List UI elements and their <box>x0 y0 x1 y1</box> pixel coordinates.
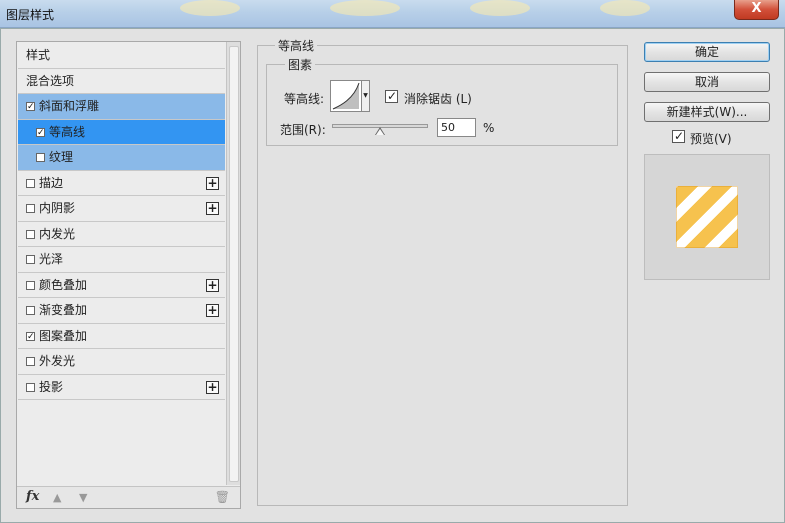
style-item-label: 内阴影 <box>39 201 76 215</box>
antialias-label: 消除锯齿 (L) <box>404 92 472 106</box>
style-item[interactable]: 斜面和浮雕 <box>18 94 225 120</box>
scrollbar-thumb[interactable] <box>229 46 239 482</box>
new-style-button[interactable]: 新建样式(W)... <box>644 102 770 122</box>
ok-button[interactable]: 确定 <box>644 42 770 62</box>
titlebar-decoration <box>600 0 650 16</box>
style-item[interactable]: 光泽 <box>18 247 225 273</box>
checkbox-icon[interactable] <box>36 153 45 162</box>
checkbox-icon[interactable] <box>26 204 35 213</box>
styles-list: 样式混合选项斜面和浮雕等高线纹理描边 + 内阴影 + 内发光光泽颜色叠加 + 渐变叠加 + 图案… <box>18 43 225 400</box>
chevron-down-icon[interactable]: ▼ <box>362 80 370 112</box>
layer-style-dialog: 样式混合选项斜面和浮雕等高线纹理描边+内阴影+内发光光泽颜色叠加+渐变叠加+图案… <box>0 28 785 523</box>
preview-area <box>644 154 770 280</box>
checkbox-icon[interactable] <box>36 127 45 137</box>
style-item-label: 投影 <box>39 379 64 394</box>
trash-icon[interactable]: 🗑 <box>215 490 230 504</box>
contour-group-title: 等高线 <box>275 37 318 54</box>
style-item-label: 混合选项 <box>26 73 75 88</box>
checkbox-icon[interactable] <box>26 331 35 341</box>
checkbox-icon[interactable] <box>26 255 35 264</box>
style-item[interactable]: 混合选项 <box>18 68 225 94</box>
plus-icon[interactable]: + <box>206 304 219 317</box>
style-item-label: 渐变叠加 <box>39 303 88 317</box>
style-item-label: 样式 <box>26 48 51 62</box>
style-item[interactable]: 纹理 <box>18 145 225 171</box>
titlebar-decoration <box>470 0 530 16</box>
preview-swatch <box>676 186 738 248</box>
checkbox-icon[interactable] <box>26 280 35 290</box>
style-item-label: 内发光 <box>39 226 76 241</box>
style-item[interactable]: 内发光 <box>18 221 225 247</box>
checkbox-icon[interactable] <box>26 382 35 392</box>
antialias-checkbox[interactable] <box>385 89 398 103</box>
preview-checkbox[interactable] <box>672 129 685 143</box>
style-item-label: 图案叠加 <box>39 328 88 343</box>
titlebar-decoration <box>330 0 400 16</box>
slider-thumb-fill <box>376 129 384 135</box>
plus-icon[interactable]: + <box>206 176 219 190</box>
style-item-label: 纹理 <box>49 150 74 164</box>
style-item[interactable]: 外发光 <box>18 349 225 375</box>
range-label: 范围(R): <box>280 123 326 137</box>
cancel-button[interactable]: 取消 <box>644 72 770 92</box>
style-item-label: 描边 <box>39 175 64 190</box>
checkbox-icon[interactable] <box>26 229 35 239</box>
titlebar-decoration <box>180 0 240 16</box>
style-item[interactable]: 内阴影 + <box>18 196 225 222</box>
close-button[interactable]: X <box>734 0 779 20</box>
checkbox-icon[interactable] <box>26 357 35 366</box>
plus-icon[interactable]: + <box>206 278 219 292</box>
checkbox-icon[interactable] <box>26 102 35 111</box>
style-item[interactable]: 颜色叠加 + <box>18 272 225 298</box>
style-item-label: 斜面和浮雕 <box>39 99 100 113</box>
preview-label: 预览(V) <box>690 132 732 146</box>
contour-curve-icon <box>332 82 360 110</box>
style-item-label: 光泽 <box>39 252 64 266</box>
range-input[interactable]: 50 <box>437 118 476 137</box>
contour-label: 等高线: <box>284 92 325 106</box>
contour-picker[interactable] <box>330 80 362 112</box>
elements-subgroup-title: 图素 <box>285 56 316 73</box>
style-item[interactable]: 等高线 <box>18 119 225 145</box>
plus-icon[interactable]: + <box>206 380 219 394</box>
fx-icon[interactable]: fx <box>26 489 39 504</box>
plus-icon[interactable]: + <box>206 202 219 215</box>
checkbox-icon[interactable] <box>26 306 35 315</box>
arrow-down-icon[interactable]: ▼ <box>79 491 87 504</box>
style-item-label: 外发光 <box>39 354 76 368</box>
styles-footer: fx ▲ ▼ 🗑 <box>17 486 240 508</box>
style-item-label: 等高线 <box>49 124 86 139</box>
range-unit: % <box>483 121 495 135</box>
style-item-label: 颜色叠加 <box>39 277 88 292</box>
close-icon: X <box>751 1 762 16</box>
style-item[interactable]: 图案叠加 <box>18 323 225 349</box>
styles-scrollbar[interactable] <box>226 42 240 485</box>
styles-list-panel: 样式混合选项斜面和浮雕等高线纹理描边 + 内阴影 + 内发光光泽颜色叠加 + 渐变叠加 + 图案… <box>16 41 241 509</box>
style-item[interactable]: 渐变叠加 + <box>18 298 225 324</box>
title-bar: 图层样式 X <box>0 0 785 28</box>
checkbox-icon[interactable] <box>26 178 35 188</box>
style-item[interactable]: 投影 + <box>18 374 225 400</box>
style-item[interactable]: 描边 + <box>18 170 225 196</box>
arrow-up-icon[interactable]: ▲ <box>53 491 61 504</box>
window-title: 图层样式 <box>6 8 55 22</box>
style-item[interactable]: 样式 <box>18 43 225 69</box>
